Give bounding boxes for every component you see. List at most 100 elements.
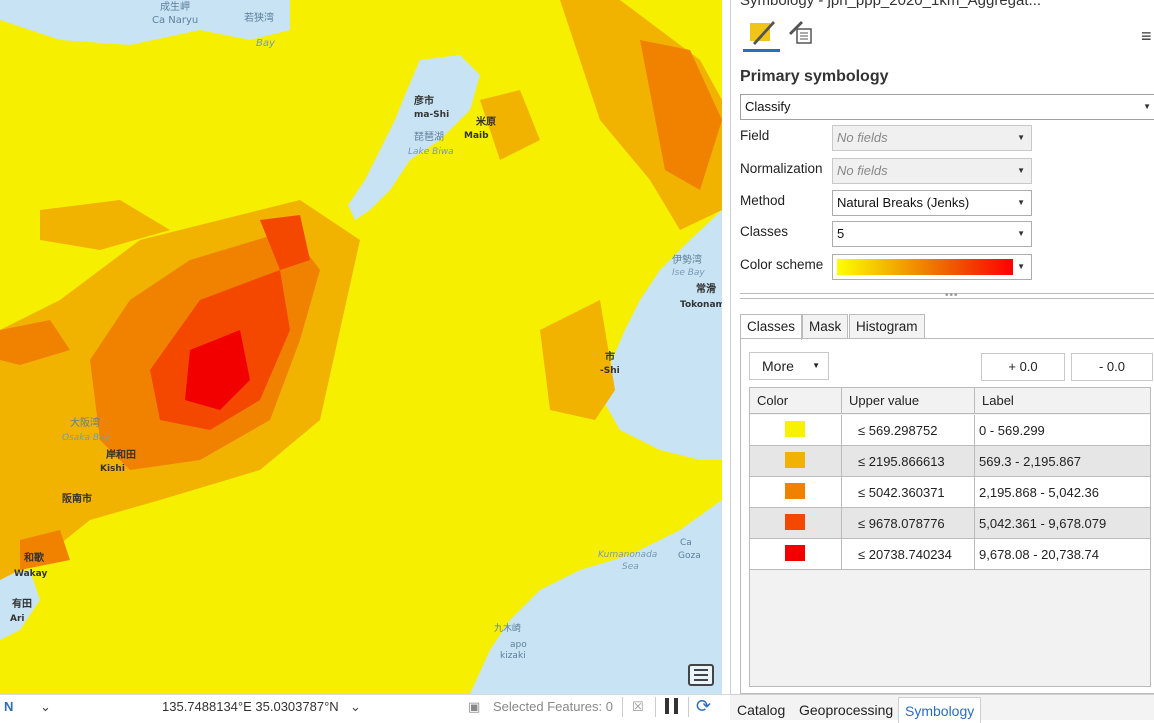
renderer-dropdown[interactable]: Classify ▼ — [740, 94, 1154, 120]
map-label: 伊勢湾 — [672, 255, 702, 266]
class-label[interactable]: 9,678.08 - 20,738.74 — [975, 539, 1150, 570]
map-label: Wakay — [14, 569, 48, 579]
map-view[interactable]: 成生岬 Ca Naryu 若狭湾 Bay 彦市 ma-Shi 米原 琵琶湖 Ma… — [0, 0, 722, 694]
classes-table: Color Upper value Label ≤ 569.298752 0 - … — [749, 387, 1151, 687]
class-color-cell[interactable] — [750, 415, 842, 446]
divider — [655, 697, 656, 717]
class-label[interactable]: 2,195.868 - 5,042.36 — [975, 477, 1150, 508]
tab-mask[interactable]: Mask — [802, 314, 849, 339]
map-label: 有田 — [12, 599, 32, 610]
chevron-down-icon: ▼ — [1017, 262, 1025, 271]
map-label: kizaki — [500, 651, 526, 661]
water-kumanonada — [470, 500, 722, 694]
density-classes — [0, 0, 722, 580]
map-label: Kishi — [100, 464, 125, 474]
table-row[interactable]: ≤ 9678.078776 5,042.361 - 9,678.079 — [750, 508, 1150, 539]
tab-symbology[interactable]: Symbology — [898, 697, 982, 723]
navigator-dropdown-icon[interactable]: ⌄ — [40, 699, 51, 715]
field-dropdown[interactable]: No fields ▼ — [832, 125, 1032, 151]
class-label[interactable]: 5,042.361 - 9,678.079 — [975, 508, 1150, 539]
map-label: Ca — [680, 538, 692, 548]
tab-catalog[interactable]: Catalog — [737, 702, 785, 718]
map-label: 琵琶湖 — [414, 132, 444, 143]
class-color-swatch[interactable] — [785, 514, 805, 530]
column-header-color[interactable]: Color — [750, 388, 842, 414]
map-label: Kumanonada — [598, 550, 658, 560]
chevron-down-icon: ▼ — [1017, 198, 1025, 207]
refresh-icon[interactable]: ⟳ — [696, 696, 711, 717]
navigator-icon[interactable]: N — [4, 699, 13, 714]
class-color-swatch[interactable] — [785, 483, 805, 499]
field-value: No fields — [837, 130, 888, 145]
tab-geoprocessing[interactable]: Geoprocessing — [799, 702, 893, 718]
symbology-pane: Symbology - jpn_ppp_2020_1km_Aggregat...… — [730, 0, 1154, 720]
chevron-down-icon: ▼ — [812, 361, 820, 370]
map-label: Sea — [622, 562, 639, 572]
color-scheme-label: Color scheme — [740, 257, 824, 272]
chevron-down-icon: ▼ — [1017, 133, 1025, 142]
class-color-cell[interactable] — [750, 477, 842, 508]
column-header-upper-value[interactable]: Upper value — [842, 388, 975, 414]
normalization-dropdown[interactable]: No fields ▼ — [832, 158, 1032, 184]
class-upper-value[interactable]: ≤ 2195.866613 — [842, 446, 975, 477]
clear-selection-icon[interactable]: ☒ — [632, 699, 644, 715]
classes-label: Classes — [740, 224, 789, 239]
coordinate-readout: 135.7488134°E 35.0303787°N — [162, 699, 339, 714]
class-upper-value[interactable]: ≤ 569.298752 — [842, 415, 975, 446]
vary-symbology-tab-icon[interactable] — [785, 17, 815, 47]
coordinate-format-dropdown-icon[interactable]: ⌄ — [350, 699, 361, 715]
selected-features-count: Selected Features: 0 — [493, 699, 613, 714]
divider — [622, 697, 623, 717]
map-canvas[interactable] — [0, 0, 722, 694]
pane-title: Symbology - jpn_ppp_2020_1km_Aggregat... — [740, 0, 1042, 9]
map-legend-icon[interactable] — [688, 664, 714, 686]
class-upper-value[interactable]: ≤ 9678.078776 — [842, 508, 975, 539]
primary-symbology-tab-icon[interactable] — [747, 17, 777, 47]
decrease-value-button[interactable]: - 0.0 — [1071, 353, 1153, 381]
table-row[interactable]: ≤ 5042.360371 2,195.868 - 5,042.36 — [750, 477, 1150, 508]
tab-histogram[interactable]: Histogram — [849, 314, 925, 339]
table-row[interactable]: ≤ 2195.866613 569.3 - 2,195.867 — [750, 446, 1150, 477]
map-label: Tokonam — [680, 300, 722, 310]
pause-drawing-icon[interactable] — [665, 698, 679, 714]
map-label: Goza — [678, 551, 701, 561]
map-label: Bay — [256, 38, 275, 49]
table-row[interactable]: ≤ 569.298752 0 - 569.299 — [750, 415, 1150, 446]
increase-value-button[interactable]: + 0.0 — [981, 353, 1065, 381]
map-label: Osaka Bay — [62, 433, 110, 443]
tab-classes[interactable]: Classes — [740, 314, 803, 340]
section-title: Primary symbology — [740, 68, 889, 85]
map-label: 常滑 — [696, 284, 716, 295]
class-color-cell[interactable] — [750, 539, 842, 570]
class-label[interactable]: 0 - 569.299 — [975, 415, 1150, 446]
map-label: Maib — [464, 131, 489, 141]
map-label: 彦市 — [414, 96, 434, 107]
table-row[interactable]: ≤ 20738.740234 9,678.08 - 20,738.74 — [750, 539, 1150, 570]
map-label: apo — [510, 640, 527, 650]
map-label: ma-Shi — [414, 110, 450, 120]
class-color-swatch[interactable] — [785, 545, 805, 561]
more-button[interactable]: More ▼ — [749, 352, 829, 380]
classes-dropdown[interactable]: 5 ▼ — [832, 221, 1032, 247]
renderer-value: Classify — [745, 99, 791, 114]
classes-tab-content: More ▼ + 0.0 - 0.0 Color Upper value Lab… — [740, 338, 1154, 694]
method-dropdown[interactable]: Natural Breaks (Jenks) ▼ — [832, 190, 1032, 216]
color-scheme-dropdown[interactable]: ▼ — [832, 254, 1032, 280]
hamburger-menu-icon[interactable]: ≡ — [1141, 26, 1152, 47]
map-label: 岸和田 — [106, 450, 136, 461]
class-upper-value[interactable]: ≤ 5042.360371 — [842, 477, 975, 508]
map-label: 若狭湾 — [244, 13, 274, 24]
class-color-cell[interactable] — [750, 508, 842, 539]
select-features-icon[interactable]: ▣ — [468, 699, 480, 715]
column-header-label[interactable]: Label — [975, 388, 1150, 414]
class-color-cell[interactable] — [750, 446, 842, 477]
class-color-swatch[interactable] — [785, 452, 805, 468]
normalization-label: Normalization — [740, 161, 823, 176]
class-color-swatch[interactable] — [785, 421, 805, 437]
pane-splitter[interactable]: ••• — [740, 290, 1154, 301]
class-label[interactable]: 569.3 - 2,195.867 — [975, 446, 1150, 477]
method-value: Natural Breaks (Jenks) — [837, 195, 970, 210]
more-button-label: More — [762, 358, 794, 374]
map-label: 和歌 — [24, 553, 44, 564]
class-upper-value[interactable]: ≤ 20738.740234 — [842, 539, 975, 570]
